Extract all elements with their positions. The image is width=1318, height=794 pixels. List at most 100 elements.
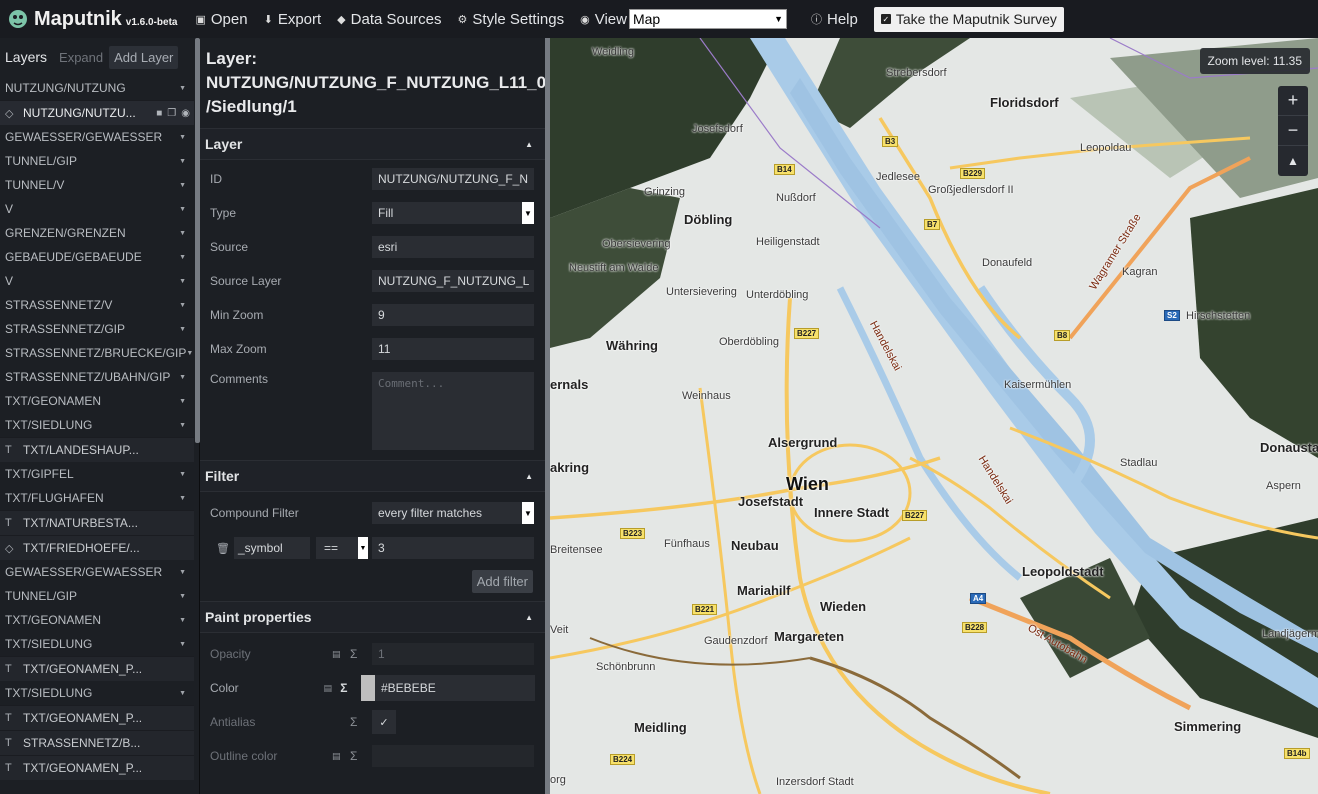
data-function-icon[interactable]: Σ xyxy=(350,715,368,729)
layer-group[interactable]: STRASSENNETZ/UBAHN/GIP ▼ xyxy=(0,365,194,389)
data-function-icon[interactable]: Σ xyxy=(350,647,368,661)
expand-button[interactable]: Expand xyxy=(59,50,103,65)
layer-group[interactable]: TXT/SIEDLUNG ▼ xyxy=(0,632,194,656)
app-logo[interactable]: Maputnik v1.6.0-beta xyxy=(8,8,177,31)
view-label: View xyxy=(594,10,627,28)
layer-item[interactable]: T TXT/NATURBESTA... xyxy=(0,510,194,535)
open-button[interactable]: ▣ Open xyxy=(187,0,255,38)
layer-group[interactable]: NUTZUNG/NUTZUNG ▼ xyxy=(0,76,194,100)
layer-group[interactable]: TUNNEL/V ▼ xyxy=(0,173,194,197)
comments-textarea[interactable]: Comment... xyxy=(372,372,534,450)
copy-icon[interactable]: ❐ xyxy=(167,108,176,119)
layer-group[interactable]: TXT/SIEDLUNG ▼ xyxy=(0,681,194,705)
map-label-oberdoebling: Oberdöbling xyxy=(719,336,779,348)
map-view[interactable]: Zoom level: 11.35 + − ▲ Wien Floridsdorf… xyxy=(550,38,1318,794)
antialias-row: Antialias Σ ✓ xyxy=(200,705,545,739)
open-icon: ▣ xyxy=(195,13,206,26)
zoom-out-button[interactable]: − xyxy=(1278,116,1308,146)
trash-icon[interactable]: 🗑 xyxy=(210,542,234,555)
view-select[interactable]: Map ▼ xyxy=(628,9,787,29)
map-label-grossjedlersdorf: Großjedlersdorf II xyxy=(928,184,1014,196)
max-zoom-input[interactable]: 11 xyxy=(372,338,534,360)
outline-color-input[interactable] xyxy=(372,745,534,767)
layer-group[interactable]: GEBAEUDE/GEBAEUDE ▼ xyxy=(0,245,194,269)
editor-title-line3: /Siedlung/1 xyxy=(206,97,297,116)
layer-group[interactable]: GRENZEN/GRENZEN ▼ xyxy=(0,221,194,245)
layer-group-label: GEWAESSER/GEWAESSER xyxy=(5,130,163,144)
fill-icon: ◇ xyxy=(5,542,14,555)
type-value: Fill xyxy=(378,206,394,220)
data-sources-button[interactable]: ◆ Data Sources xyxy=(329,0,449,38)
layer-item[interactable]: T STRASSENNETZ/B... xyxy=(0,730,194,755)
filter-key-input[interactable]: _symbol xyxy=(234,537,310,559)
source-label: Source xyxy=(210,240,249,254)
paint-section-header[interactable]: Paint properties ▲ xyxy=(200,601,545,633)
symbol-icon: T xyxy=(5,663,12,675)
zoom-function-icon[interactable]: ▤ xyxy=(332,751,350,762)
layer-group[interactable]: V ▼ xyxy=(0,269,194,293)
min-zoom-input[interactable]: 9 xyxy=(372,304,534,326)
map-label-josefsdorf: Josefsdorf xyxy=(692,123,743,135)
map-label-landjaegermeister: Landjägerm xyxy=(1262,628,1318,640)
opacity-input[interactable]: 1 xyxy=(372,643,534,665)
layer-group[interactable]: GEWAESSER/GEWAESSER ▼ xyxy=(0,125,194,149)
layer-item[interactable]: T TXT/GEONAMEN_P... xyxy=(0,755,194,780)
data-function-icon[interactable]: Σ xyxy=(340,681,357,695)
color-label: Color xyxy=(210,681,239,695)
filter-value-input[interactable]: 3 xyxy=(372,537,534,559)
filter-section-header[interactable]: Filter ▲ xyxy=(200,460,545,492)
color-input[interactable]: #BEBEBE xyxy=(375,675,535,701)
layer-group[interactable]: STRASSENNETZ/GIP ▼ xyxy=(0,317,194,341)
min-zoom-label: Min Zoom xyxy=(210,308,264,322)
layer-group[interactable]: STRASSENNETZ/V ▼ xyxy=(0,293,194,317)
layer-group-label: TXT/GEONAMEN xyxy=(5,613,102,627)
antialias-checkbox[interactable]: ✓ xyxy=(372,710,396,734)
layer-group[interactable]: TXT/GIPFEL ▼ xyxy=(0,462,194,486)
layer-section-header[interactable]: Layer ▲ xyxy=(200,128,545,160)
data-function-icon[interactable]: Σ xyxy=(350,749,368,763)
style-settings-button[interactable]: ⚙ Style Settings xyxy=(450,0,573,38)
layer-group[interactable]: V ▼ xyxy=(0,197,194,221)
source-input[interactable]: esri xyxy=(372,236,534,258)
compound-filter-select[interactable]: every filter matches ▼ xyxy=(372,502,534,524)
chevron-down-icon: ▼ xyxy=(179,325,186,333)
layer-group[interactable]: TXT/SIEDLUNG ▼ xyxy=(0,413,194,437)
export-button[interactable]: ⬇ Export xyxy=(256,0,330,38)
layer-group[interactable]: GEWAESSER/GEWAESSER ▼ xyxy=(0,560,194,584)
map-label-aspern: Aspern xyxy=(1266,480,1301,492)
source-layer-input[interactable]: NUTZUNG_F_NUTZUNG_L xyxy=(372,270,534,292)
layer-group[interactable]: TXT/GEONAMEN ▼ xyxy=(0,608,194,632)
compass-button[interactable]: ▲ xyxy=(1278,146,1308,176)
survey-button[interactable]: ✓ Take the Maputnik Survey xyxy=(873,6,1064,32)
layer-group[interactable]: TUNNEL/GIP ▼ xyxy=(0,149,194,173)
zoom-level-badge: Zoom level: 11.35 xyxy=(1199,48,1310,74)
eye-icon[interactable]: ◉ xyxy=(181,108,190,119)
layer-group[interactable]: TUNNEL/GIP ▼ xyxy=(0,584,194,608)
type-select[interactable]: Fill ▼ xyxy=(372,202,534,224)
layer-item[interactable]: ◇ TXT/FRIEDHOEFE/... xyxy=(0,535,194,560)
layer-group[interactable]: TXT/GEONAMEN ▼ xyxy=(0,389,194,413)
symbol-icon: T xyxy=(5,762,12,774)
help-button[interactable]: ⓘ Help xyxy=(803,0,866,38)
map-label-mariahilf: Mariahilf xyxy=(737,583,791,598)
map-label-org: org xyxy=(550,774,566,786)
color-swatch[interactable] xyxy=(361,675,375,701)
zoom-function-icon[interactable]: ▤ xyxy=(332,649,350,660)
add-filter-button[interactable]: Add filter xyxy=(471,570,533,593)
zoom-in-button[interactable]: + xyxy=(1278,86,1308,116)
filter-expression-row: 🗑 _symbol == ▼ 3 xyxy=(200,530,545,566)
layer-item[interactable]: T TXT/LANDESHAUP... xyxy=(0,437,194,462)
map-label-gaudenzdorf: Gaudenzdorf xyxy=(704,635,768,647)
map-label-leopoldau: Leopoldau xyxy=(1080,142,1132,154)
layer-item[interactable]: ◇ NUTZUNG/NUTZU... ■ ❐ ◉ xyxy=(0,100,194,125)
filter-operator-select[interactable]: == ▼ xyxy=(316,537,368,559)
checkbox-icon: ✓ xyxy=(880,14,891,24)
zoom-function-icon[interactable]: ▤ xyxy=(324,683,341,694)
layer-item[interactable]: T TXT/GEONAMEN_P... xyxy=(0,705,194,730)
layer-group[interactable]: STRASSENNETZ/BRUECKE/GIP ▼ xyxy=(0,341,194,365)
layer-item[interactable]: T TXT/GEONAMEN_P... xyxy=(0,656,194,681)
trash-icon[interactable]: ■ xyxy=(156,108,162,119)
layer-group[interactable]: TXT/FLUGHAFEN ▼ xyxy=(0,486,194,510)
add-layer-button[interactable]: Add Layer xyxy=(109,45,179,69)
id-input[interactable]: NUTZUNG/NUTZUNG_F_N xyxy=(372,168,534,190)
